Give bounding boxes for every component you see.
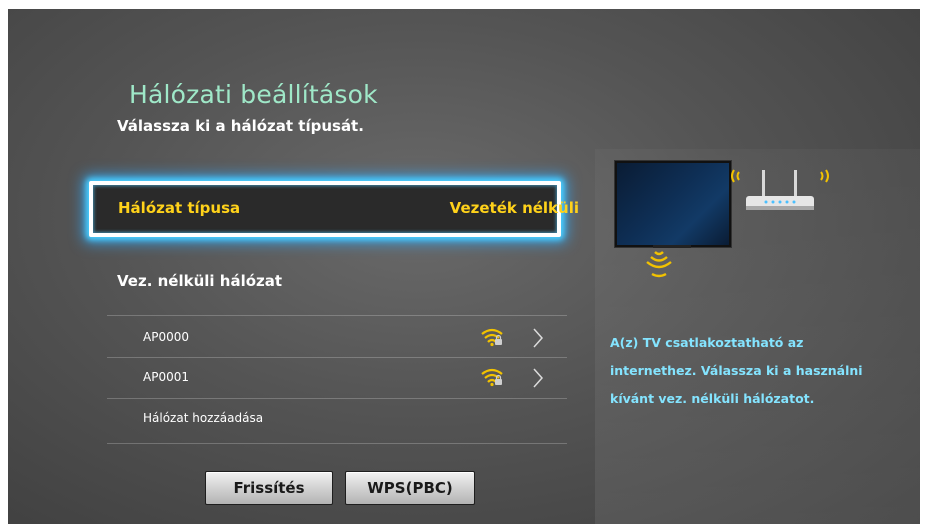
info-line: A(z) TV csatlakoztatható az xyxy=(610,335,804,350)
network-type-value: Vezeték nélküli xyxy=(449,199,579,217)
info-text: A(z) TV csatlakoztatható az internethez.… xyxy=(610,332,900,410)
network-item-ap0000[interactable]: AP0000 xyxy=(107,318,567,358)
network-item-ap0001[interactable]: AP0001 xyxy=(107,358,567,398)
add-network-item[interactable]: Hálózat hozzáadása xyxy=(107,399,567,439)
divider xyxy=(107,315,567,316)
wps-button[interactable]: WPS(PBC) xyxy=(345,471,475,505)
page-subtitle: Válassza ki a hálózat típusát. xyxy=(117,117,364,135)
network-name: AP0000 xyxy=(143,330,189,344)
info-line: kívánt vez. nélküli hálózatot. xyxy=(610,391,815,406)
wifi-lock-icon xyxy=(481,368,503,387)
network-type-selector[interactable]: Hálózat típusa Vezeték nélküli xyxy=(89,181,579,237)
chevron-right-icon xyxy=(533,328,544,348)
network-type-label: Hálózat típusa xyxy=(118,199,241,217)
add-network-label: Hálózat hozzáadása xyxy=(143,411,264,425)
wireless-section-title: Vez. nélküli hálózat xyxy=(117,272,283,290)
info-line: internethez. Válassza ki a használni xyxy=(610,363,863,378)
wifi-signal-icon xyxy=(646,251,672,278)
divider xyxy=(107,443,567,444)
chevron-right-icon xyxy=(533,368,544,388)
router-icon xyxy=(731,169,829,210)
tv-icon xyxy=(615,161,731,247)
page-title: Hálózati beállítások xyxy=(129,80,378,109)
network-name: AP0001 xyxy=(143,370,189,384)
wifi-lock-icon xyxy=(481,328,503,347)
refresh-button[interactable]: Frissítés xyxy=(205,471,333,505)
